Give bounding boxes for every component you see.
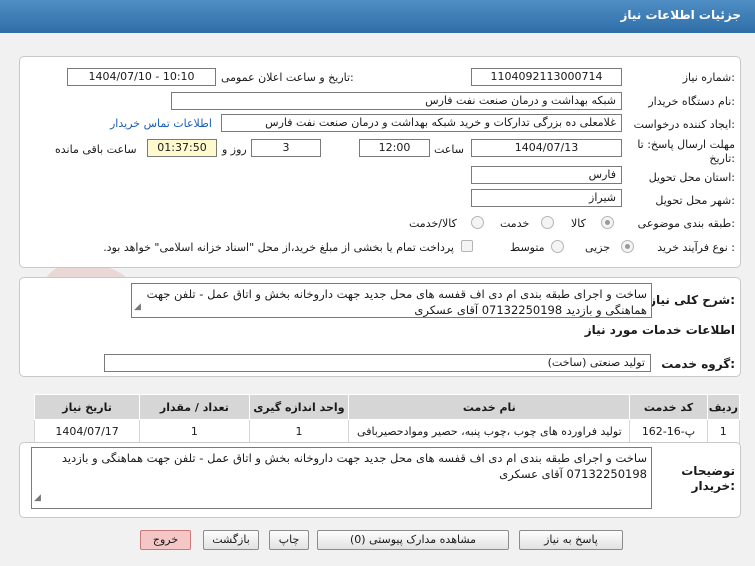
category-goods-label: کالا xyxy=(571,217,586,230)
resize-grip-icon[interactable]: ◢ xyxy=(34,490,41,506)
col-header-code: کد خدمت xyxy=(629,394,708,420)
cell-quantity: 1 xyxy=(139,419,250,444)
back-button[interactable]: بازگشت xyxy=(203,530,259,550)
treasury-payment-checkbox[interactable] xyxy=(461,240,473,252)
treasury-payment-note: پرداخت تمام یا بخشی از مبلغ خرید،از محل … xyxy=(103,241,454,254)
need-number-label: شماره نیاز: xyxy=(682,71,735,84)
category-label: طبقه بندی موضوعی: xyxy=(637,217,735,230)
creator-field: غلامعلی ده بزرگی تدارکات و خرید شبکه بهد… xyxy=(221,114,622,132)
process-minor-label: جزیی xyxy=(585,241,611,254)
description-label: شرح کلی نیاز: xyxy=(649,293,735,307)
announce-datetime-field: 1404/07/10 - 10:10 xyxy=(67,68,216,86)
need-info-panel xyxy=(19,56,741,268)
days-label: روز و xyxy=(222,143,247,156)
col-header-name: نام خدمت xyxy=(348,394,631,420)
buyer-org-label: نام دستگاه خریدار: xyxy=(648,95,735,108)
deadline-date-field: 1404/07/13 xyxy=(471,139,622,157)
remaining-time-label: ساعت باقی مانده xyxy=(55,143,137,156)
deadline-time-field: 12:00 xyxy=(359,139,430,157)
buyer-notes-text: ساخت و اجرای طبقه بندی ام دی اف قفسه های… xyxy=(31,447,652,509)
service-group-field: تولید صنعتی (ساخت) xyxy=(104,354,651,372)
category-goods-service-radio[interactable] xyxy=(471,216,484,229)
category-goods-service-label: کالا/خدمت xyxy=(409,217,457,230)
col-header-unit: واحد اندازه گیری xyxy=(248,394,350,420)
print-button[interactable]: چاپ xyxy=(269,530,309,550)
cell-row-number: 1 xyxy=(706,419,741,444)
description-content: ساخت و اجرای طبقه بندی ام دی اف قفسه های… xyxy=(146,287,647,317)
cell-service-name: تولید فراورده های چوب ،چوب پنبه، حصیر وم… xyxy=(348,419,631,444)
province-label: استان محل تحویل: xyxy=(648,171,735,184)
creator-label: ایجاد کننده درخواست: xyxy=(633,118,735,131)
resize-grip-icon[interactable]: ◢ xyxy=(134,299,141,315)
buyer-notes-content: ساخت و اجرای طبقه بندی ام دی اف قفسه های… xyxy=(61,451,647,481)
attachments-button[interactable]: مشاهده مدارک پیوستی (0) xyxy=(317,530,509,550)
buyer-notes-label-2: خریدار: xyxy=(691,479,735,493)
col-header-row: ردیف xyxy=(706,394,741,420)
city-label: شهر محل تحویل: xyxy=(655,194,735,207)
cell-service-code: پ-16-162 xyxy=(629,419,708,444)
deadline-time-label: ساعت xyxy=(434,143,464,156)
title-bar: جزئیات اطلاعات نیاز xyxy=(0,0,755,33)
category-service-label: خدمت xyxy=(500,217,530,230)
process-minor-radio[interactable] xyxy=(621,240,634,253)
buyer-contact-link[interactable]: اطلاعات تماس خریدار xyxy=(110,117,212,130)
process-medium-radio[interactable] xyxy=(551,240,564,253)
process-type-label: نوع فرآیند خرید : xyxy=(657,241,735,254)
deadline-label: مهلت ارسال پاسخ: تا xyxy=(637,138,735,151)
need-number-field: 1104092113000714 xyxy=(471,68,622,86)
cell-unit: 1 xyxy=(248,419,350,444)
window-title: جزئیات اطلاعات نیاز xyxy=(620,8,741,22)
description-text: ساخت و اجرای طبقه بندی ام دی اف قفسه های… xyxy=(131,283,652,318)
reply-button[interactable]: پاسخ به نیاز xyxy=(519,530,623,550)
buyer-org-field: شبکه بهداشت و درمان صنعت نفت فارس xyxy=(171,92,622,110)
city-field: شیراز xyxy=(471,189,622,207)
services-table-header: ردیف کد خدمت نام خدمت واحد اندازه گیری ت… xyxy=(33,394,741,420)
services-heading: اطلاعات خدمات مورد نیاز xyxy=(584,323,735,337)
service-group-label: گروه خدمت: xyxy=(661,357,735,371)
buyer-notes-label: توضیحات xyxy=(681,464,735,478)
category-goods-radio[interactable] xyxy=(601,216,614,229)
remaining-time-field: 01:37:50 xyxy=(147,139,217,157)
announce-datetime-label: تاریخ و ساعت اعلان عمومی: xyxy=(221,71,354,84)
services-table: ردیف کد خدمت نام خدمت واحد اندازه گیری ت… xyxy=(33,394,741,444)
cell-need-date: 1404/07/17 xyxy=(33,419,141,444)
col-header-date: تاریخ نیاز xyxy=(33,394,141,420)
process-medium-label: متوسط xyxy=(510,241,545,254)
deadline-date-label: تاریخ: xyxy=(709,152,735,165)
province-field: فارس xyxy=(471,166,622,184)
category-service-radio[interactable] xyxy=(541,216,554,229)
table-row: 1 پ-16-162 تولید فراورده های چوب ،چوب پن… xyxy=(33,419,741,444)
exit-button[interactable]: خروج xyxy=(140,530,191,550)
days-remaining-field: 3 xyxy=(251,139,321,157)
col-header-quantity: تعداد / مقدار xyxy=(139,394,250,420)
